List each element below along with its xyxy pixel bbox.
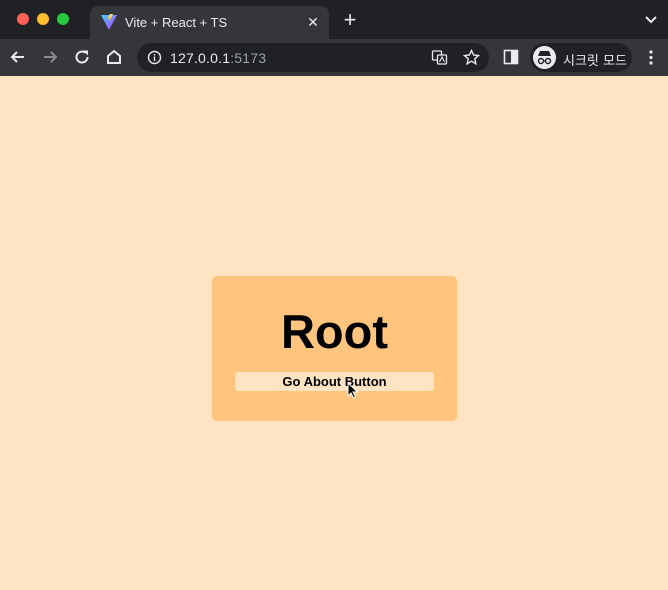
go-about-button[interactable]: Go About Button — [235, 372, 434, 391]
url-text[interactable]: 127.0.0.1:5173 — [170, 50, 266, 66]
new-tab-button[interactable]: + — [340, 9, 360, 31]
window-minimize-button[interactable] — [37, 13, 49, 25]
reload-icon[interactable] — [73, 48, 91, 66]
incognito-profile-button[interactable]: 시크릿 모드 — [530, 43, 632, 72]
tab-close-icon[interactable]: ✕ — [305, 14, 321, 30]
root-card: Root Go About Button — [212, 276, 457, 421]
incognito-label: 시크릿 모드 — [563, 54, 627, 69]
mouse-cursor-icon — [347, 382, 359, 399]
home-icon[interactable] — [105, 48, 123, 66]
browser-window: Vite + React + TS ✕ + 127.0.0.1:5173 시크릿… — [0, 0, 668, 590]
url-port: :5173 — [230, 50, 267, 66]
window-close-button[interactable] — [17, 13, 29, 25]
tab-active[interactable]: Vite + React + TS ✕ — [90, 6, 329, 39]
page-viewport: Root Go About Button — [0, 76, 668, 590]
address-bar[interactable]: 127.0.0.1:5173 — [137, 43, 489, 72]
forward-arrow-icon[interactable] — [41, 48, 59, 66]
url-host: 127.0.0.1 — [170, 50, 231, 66]
tab-strip: Vite + React + TS ✕ + — [0, 0, 668, 39]
translate-icon[interactable] — [431, 49, 448, 66]
incognito-icon — [533, 46, 556, 69]
back-arrow-icon[interactable] — [9, 48, 27, 66]
more-menu-icon[interactable] — [646, 49, 656, 66]
vite-logo-icon — [101, 14, 117, 30]
bookmark-star-icon[interactable] — [463, 49, 480, 66]
browser-toolbar: 127.0.0.1:5173 시크릿 모드 — [0, 39, 668, 76]
window-maximize-button[interactable] — [57, 13, 69, 25]
site-info-icon[interactable] — [147, 50, 162, 65]
page-title: Root — [280, 305, 388, 358]
tab-title: Vite + React + TS — [125, 15, 228, 30]
side-panel-icon[interactable] — [503, 49, 519, 65]
tab-search-chevron-icon[interactable] — [644, 13, 658, 27]
